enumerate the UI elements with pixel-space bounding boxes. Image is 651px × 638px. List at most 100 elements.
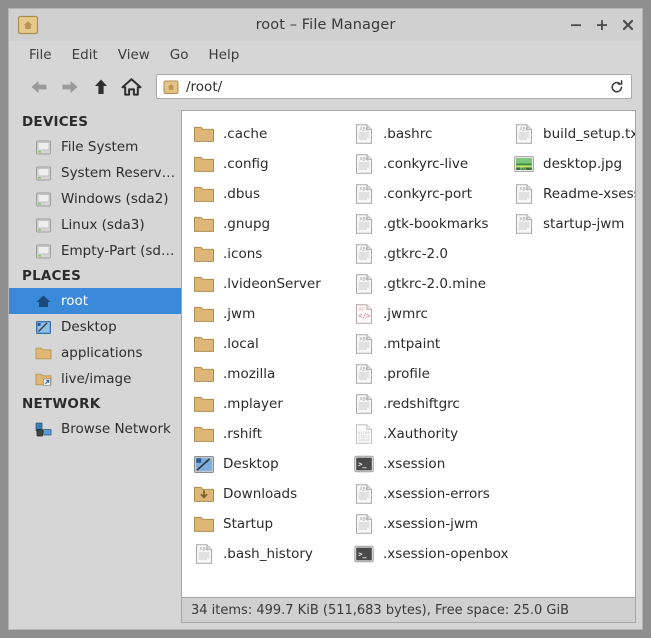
home-button[interactable] (116, 73, 147, 101)
file-item[interactable]: Desktop (188, 449, 348, 479)
file-item[interactable]: .jwm (188, 299, 348, 329)
image-file-icon: JPG (513, 153, 535, 175)
file-item-label: .gtkrc-2.0.mine (383, 276, 487, 292)
sidebar-label: live/image (61, 371, 132, 387)
file-item[interactable]: JPG desktop.jpg (508, 149, 635, 179)
maximize-button[interactable] (595, 18, 609, 32)
file-item[interactable]: .icons (188, 239, 348, 269)
file-item[interactable]: Startup (188, 509, 348, 539)
tool-bar: /root/ (9, 68, 642, 105)
up-button[interactable] (85, 73, 116, 101)
file-item-label: Downloads (223, 486, 298, 502)
folder-icon (193, 333, 215, 355)
sidebar-label: Linux (sda3) (61, 217, 145, 233)
menu-file[interactable]: File (20, 44, 61, 66)
file-item[interactable]: .mplayer (188, 389, 348, 419)
file-item[interactable]: .lvideonServer (188, 269, 348, 299)
file-pane[interactable]: .cache .config .dbus .gnupg .icons .lvid… (181, 110, 636, 597)
file-item-label: .dbus (223, 186, 261, 202)
svg-text:ABC: ABC (520, 216, 530, 221)
sidebar-item-file-system[interactable]: File System (9, 134, 181, 160)
file-manager-window: root – File Manager File Edit View Go He… (8, 8, 643, 630)
close-button[interactable] (621, 18, 635, 32)
file-item[interactable]: ABC .xsession-jwm (348, 509, 508, 539)
drive-harddisk-icon (35, 165, 52, 182)
sidebar-item-browse-network[interactable]: Browse Network (9, 416, 181, 442)
file-item-label: .gtkrc-2.0 (383, 246, 448, 262)
text-file-icon: ABC (353, 363, 375, 385)
sidebar-group-devices-header: DEVICES (22, 114, 89, 130)
svg-text:>_: >_ (358, 461, 367, 469)
file-item[interactable]: ABC .redshiftgrc (348, 389, 508, 419)
file-grid: .cache .config .dbus .gnupg .icons .lvid… (188, 119, 635, 574)
reload-button[interactable] (606, 75, 628, 98)
file-item[interactable]: ABC .mtpaint (348, 329, 508, 359)
file-item[interactable]: ABC .bash_history (188, 539, 348, 569)
sidebar-item-windows-sda2[interactable]: Windows (sda2) (9, 186, 181, 212)
file-item[interactable]: ABC .xsession-errors (348, 479, 508, 509)
file-item[interactable]: >_ .xsession-openbox (348, 539, 508, 569)
menu-go[interactable]: Go (161, 44, 198, 66)
file-item[interactable]: ABC .gtkrc-2.0.mine (348, 269, 508, 299)
svg-text:ABC: ABC (520, 126, 530, 131)
folder-icon (193, 513, 215, 535)
text-file-icon: ABC (353, 153, 375, 175)
sidebar-group-places-header: PLACES (22, 268, 81, 284)
file-item-label: .icons (223, 246, 263, 262)
menu-view[interactable]: View (109, 44, 159, 66)
file-item[interactable]: ABC .bashrc (348, 119, 508, 149)
file-item[interactable]: 01100 11011 10010 .Xauthority (348, 419, 508, 449)
folder-icon (193, 273, 215, 295)
title-bar[interactable]: root – File Manager (9, 9, 642, 41)
file-item[interactable]: ABC .conkyrc-live (348, 149, 508, 179)
file-item[interactable]: .config (188, 149, 348, 179)
sidebar-label: Browse Network (61, 421, 171, 437)
file-item[interactable]: .dbus (188, 179, 348, 209)
text-file-icon: ABC (353, 243, 375, 265)
menu-edit[interactable]: Edit (63, 44, 107, 66)
file-item[interactable]: ABC .gtkrc-2.0 (348, 239, 508, 269)
file-item[interactable]: ABC startup-jwm (508, 209, 635, 239)
sidebar-item-live-image[interactable]: live/image (9, 366, 181, 392)
forward-button[interactable] (54, 73, 85, 101)
sidebar-item-desktop[interactable]: Desktop (9, 314, 181, 340)
file-item-label: .gnupg (223, 216, 271, 232)
file-item[interactable]: ABC build_setup.txt (508, 119, 635, 149)
file-item[interactable]: </> .jwmrc (348, 299, 508, 329)
file-item[interactable]: .local (188, 329, 348, 359)
sidebar-item-root[interactable]: root (9, 288, 181, 314)
svg-text:ABC: ABC (360, 336, 370, 341)
minimize-button[interactable] (569, 18, 583, 32)
sidebar-item-linux-sda3[interactable]: Linux (sda3) (9, 212, 181, 238)
svg-text:</>: </> (358, 312, 370, 320)
file-item[interactable]: .rshift (188, 419, 348, 449)
file-item-label: .profile (383, 366, 430, 382)
file-item[interactable]: ABC .gtk-bookmarks (348, 209, 508, 239)
path-input[interactable]: /root/ (186, 79, 606, 95)
sidebar-item-system-reserved[interactable]: System Reserve… (9, 160, 181, 186)
svg-text:10010: 10010 (358, 437, 370, 442)
path-bar[interactable]: /root/ (156, 74, 632, 99)
arrow-up-icon (94, 79, 107, 94)
file-item[interactable]: ABC .conkyrc-port (348, 179, 508, 209)
file-item[interactable]: .mozilla (188, 359, 348, 389)
sidebar-label: Windows (sda2) (61, 191, 169, 207)
file-item[interactable]: ABC Readme-xsession (508, 179, 635, 209)
sidebar-label: root (61, 293, 89, 309)
file-item[interactable]: ABC .profile (348, 359, 508, 389)
sidebar-item-applications[interactable]: applications (9, 340, 181, 366)
file-item-label: .bash_history (223, 546, 313, 562)
file-item[interactable]: .cache (188, 119, 348, 149)
sidebar-item-empty-part-sda4[interactable]: Empty-Part (sda4) (9, 238, 181, 264)
back-button[interactable] (23, 73, 54, 101)
file-item-label: .xsession-jwm (383, 516, 479, 532)
file-item[interactable]: >_ .xsession (348, 449, 508, 479)
file-item-label: .gtk-bookmarks (383, 216, 489, 232)
folder-icon (193, 303, 215, 325)
drive-harddisk-icon (35, 139, 52, 156)
text-file-icon: ABC (513, 213, 535, 235)
menu-help[interactable]: Help (200, 44, 249, 66)
file-item-label: startup-jwm (543, 216, 625, 232)
file-item[interactable]: .gnupg (188, 209, 348, 239)
file-item[interactable]: Downloads (188, 479, 348, 509)
